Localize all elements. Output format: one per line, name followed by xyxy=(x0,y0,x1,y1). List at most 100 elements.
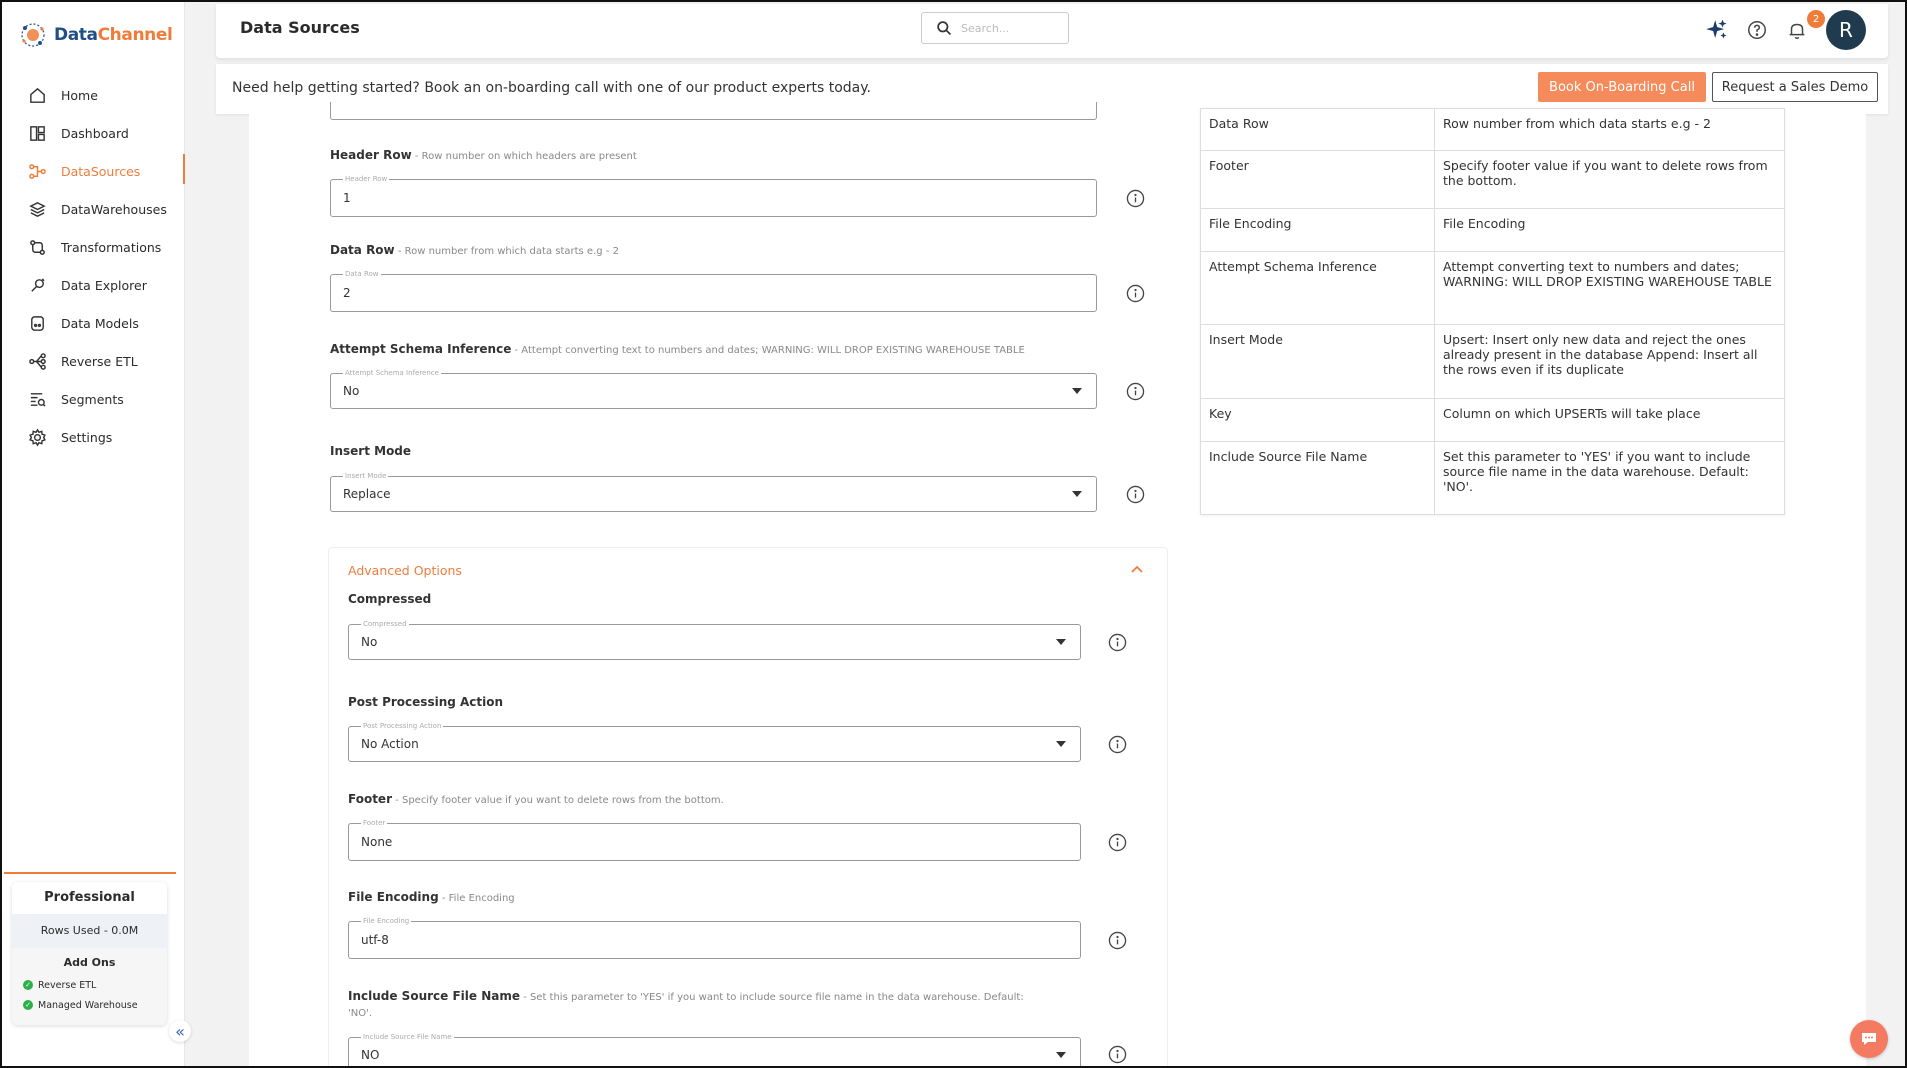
include-source-title: Include Source File Name - Set this para… xyxy=(348,989,1024,1019)
reverse-etl-icon xyxy=(29,352,46,370)
info-icon xyxy=(1108,1045,1127,1064)
addons-title: Add Ons xyxy=(63,956,116,969)
insert-mode-select[interactable]: Insert Mode Replace xyxy=(330,471,1097,512)
sidebar-item-label: Home xyxy=(61,87,98,103)
sales-demo-button[interactable]: Request a Sales Demo xyxy=(1712,72,1878,102)
table-cell-key: Data Row xyxy=(1200,108,1435,151)
footer-field[interactable]: Footer None xyxy=(348,818,1081,861)
book-onboarding-button[interactable]: Book On-Boarding Call xyxy=(1538,72,1706,102)
field-label: Attempt Schema Inference xyxy=(343,368,441,378)
app-frame: DataChannel Home Dashboard DataSources D… xyxy=(0,0,1907,1068)
sidebar-item-reverse-etl[interactable]: Reverse ETL xyxy=(2,342,185,380)
table-cell-desc: File Encoding xyxy=(1434,208,1785,252)
plan-name: Professional xyxy=(44,890,135,905)
field-value: No xyxy=(343,384,360,398)
ai-sparkle-button[interactable] xyxy=(1704,17,1730,43)
table-cell-key: File Encoding xyxy=(1200,208,1435,252)
plan-card: Professional Rows Used - 0.0M Add Ons ✓ … xyxy=(12,882,167,1025)
notification-badge: 2 xyxy=(1807,10,1825,28)
collapse-sidebar-button[interactable]: « xyxy=(169,1020,191,1042)
table-row: Attempt Schema Inference Attempt converti… xyxy=(1200,251,1785,325)
bell-icon xyxy=(1789,23,1805,39)
previous-field[interactable] xyxy=(330,102,1097,120)
field-value: No Action xyxy=(361,737,419,751)
sidebar-item-transformations[interactable]: Transformations xyxy=(2,228,185,266)
chat-button[interactable] xyxy=(1850,1020,1888,1058)
compressed-select[interactable]: Compressed No xyxy=(348,619,1081,660)
data-row-title: Data Row - Row number from which data st… xyxy=(330,243,619,257)
field-label: Post Processing Action xyxy=(361,721,444,731)
banner-text: Need help getting started? Book an on-bo… xyxy=(232,80,871,96)
table-cell-key: Key xyxy=(1200,398,1435,442)
field-value: 2 xyxy=(343,286,351,300)
home-icon xyxy=(30,87,45,103)
insert-mode-info-button[interactable] xyxy=(1126,485,1145,504)
sidebar-item-data-explorer[interactable]: Data Explorer xyxy=(2,266,185,304)
sidebar-item-home[interactable]: Home xyxy=(2,76,185,114)
help-button[interactable] xyxy=(1744,17,1770,43)
file-encoding-info-button[interactable] xyxy=(1108,931,1127,950)
compressed-info-button[interactable] xyxy=(1108,633,1127,652)
addon-item: ✓ Managed Warehouse xyxy=(12,995,167,1015)
notifications-button[interactable] xyxy=(1784,17,1810,43)
chevron-up-icon[interactable] xyxy=(1130,563,1144,577)
info-icon xyxy=(1108,633,1127,652)
post-processing-title: Post Processing Action xyxy=(348,695,504,709)
field-label: Data Row xyxy=(343,269,381,279)
addon-label: Managed Warehouse xyxy=(38,999,138,1011)
field-value: None xyxy=(361,835,393,849)
sidebar-item-dashboard[interactable]: Dashboard xyxy=(2,114,185,152)
rows-used: Rows Used - 0.0M xyxy=(12,914,167,948)
file-encoding-field[interactable]: File Encoding utf-8 xyxy=(348,916,1081,959)
chat-icon xyxy=(1862,1033,1876,1045)
data-models-icon xyxy=(31,315,44,331)
search-input[interactable] xyxy=(961,21,1051,35)
include-source-select[interactable]: Include Source File Name NO xyxy=(348,1032,1081,1066)
field-label: Header Row xyxy=(343,174,390,184)
footer-title: Footer - Specify footer value if you wan… xyxy=(348,792,724,806)
dashboard-icon xyxy=(30,125,45,141)
footer-info-button[interactable] xyxy=(1108,833,1127,852)
header-row-info-button[interactable] xyxy=(1126,189,1145,208)
schema-inference-select[interactable]: Attempt Schema Inference No xyxy=(330,368,1097,409)
sidebar-item-label: DataSources xyxy=(61,163,141,179)
sidebar-item-data-models[interactable]: Data Models xyxy=(2,304,185,342)
advanced-options-toggle[interactable]: Advanced Options xyxy=(348,563,462,578)
field-value: NO xyxy=(361,1048,380,1062)
info-icon xyxy=(1108,833,1127,852)
include-source-info-button[interactable] xyxy=(1108,1045,1127,1064)
header-row-field[interactable]: Header Row 1 xyxy=(330,174,1097,217)
top-header: Data Sources 2 R xyxy=(216,4,1888,58)
info-icon xyxy=(1126,189,1145,208)
sidebar-item-settings[interactable]: Settings xyxy=(2,418,185,456)
dropdown-caret-icon xyxy=(1072,491,1082,497)
post-processing-info-button[interactable] xyxy=(1108,735,1127,754)
data-row-info-button[interactable] xyxy=(1126,284,1145,303)
sidebar-nav: Home Dashboard DataSources DataWarehouse… xyxy=(2,76,185,456)
data-row-field[interactable]: Data Row 2 xyxy=(330,269,1097,312)
dropdown-caret-icon xyxy=(1056,1052,1066,1058)
logo[interactable]: DataChannel xyxy=(18,20,173,50)
info-icon xyxy=(1126,382,1145,401)
check-icon: ✓ xyxy=(23,1000,33,1010)
info-icon xyxy=(1126,485,1145,504)
table-cell-key: Attempt Schema Inference xyxy=(1200,251,1435,325)
field-value: utf-8 xyxy=(361,933,389,947)
field-label: Compressed xyxy=(361,619,409,629)
info-icon xyxy=(1108,931,1127,950)
post-processing-select[interactable]: Post Processing Action No Action xyxy=(348,721,1081,762)
search-box[interactable] xyxy=(921,12,1069,44)
sidebar-item-datawarehouses[interactable]: DataWarehouses xyxy=(2,190,185,228)
sidebar-item-label: DataWarehouses xyxy=(61,201,167,217)
table-cell-key: Insert Mode xyxy=(1200,324,1435,399)
sidebar-item-segments[interactable]: Segments xyxy=(2,380,185,418)
table-cell-desc: Attempt converting text to numbers and d… xyxy=(1434,251,1785,325)
settings-icon xyxy=(29,428,46,446)
sparkle-icon xyxy=(1706,19,1727,39)
field-value: No xyxy=(361,635,378,649)
schema-inference-info-button[interactable] xyxy=(1126,382,1145,401)
field-help-table: Data Row Row number from which data start… xyxy=(1200,108,1785,515)
sidebar-item-datasources[interactable]: DataSources xyxy=(2,152,185,190)
table-row: Insert Mode Upsert: Insert only new data … xyxy=(1200,324,1785,399)
avatar[interactable]: R xyxy=(1826,10,1866,50)
